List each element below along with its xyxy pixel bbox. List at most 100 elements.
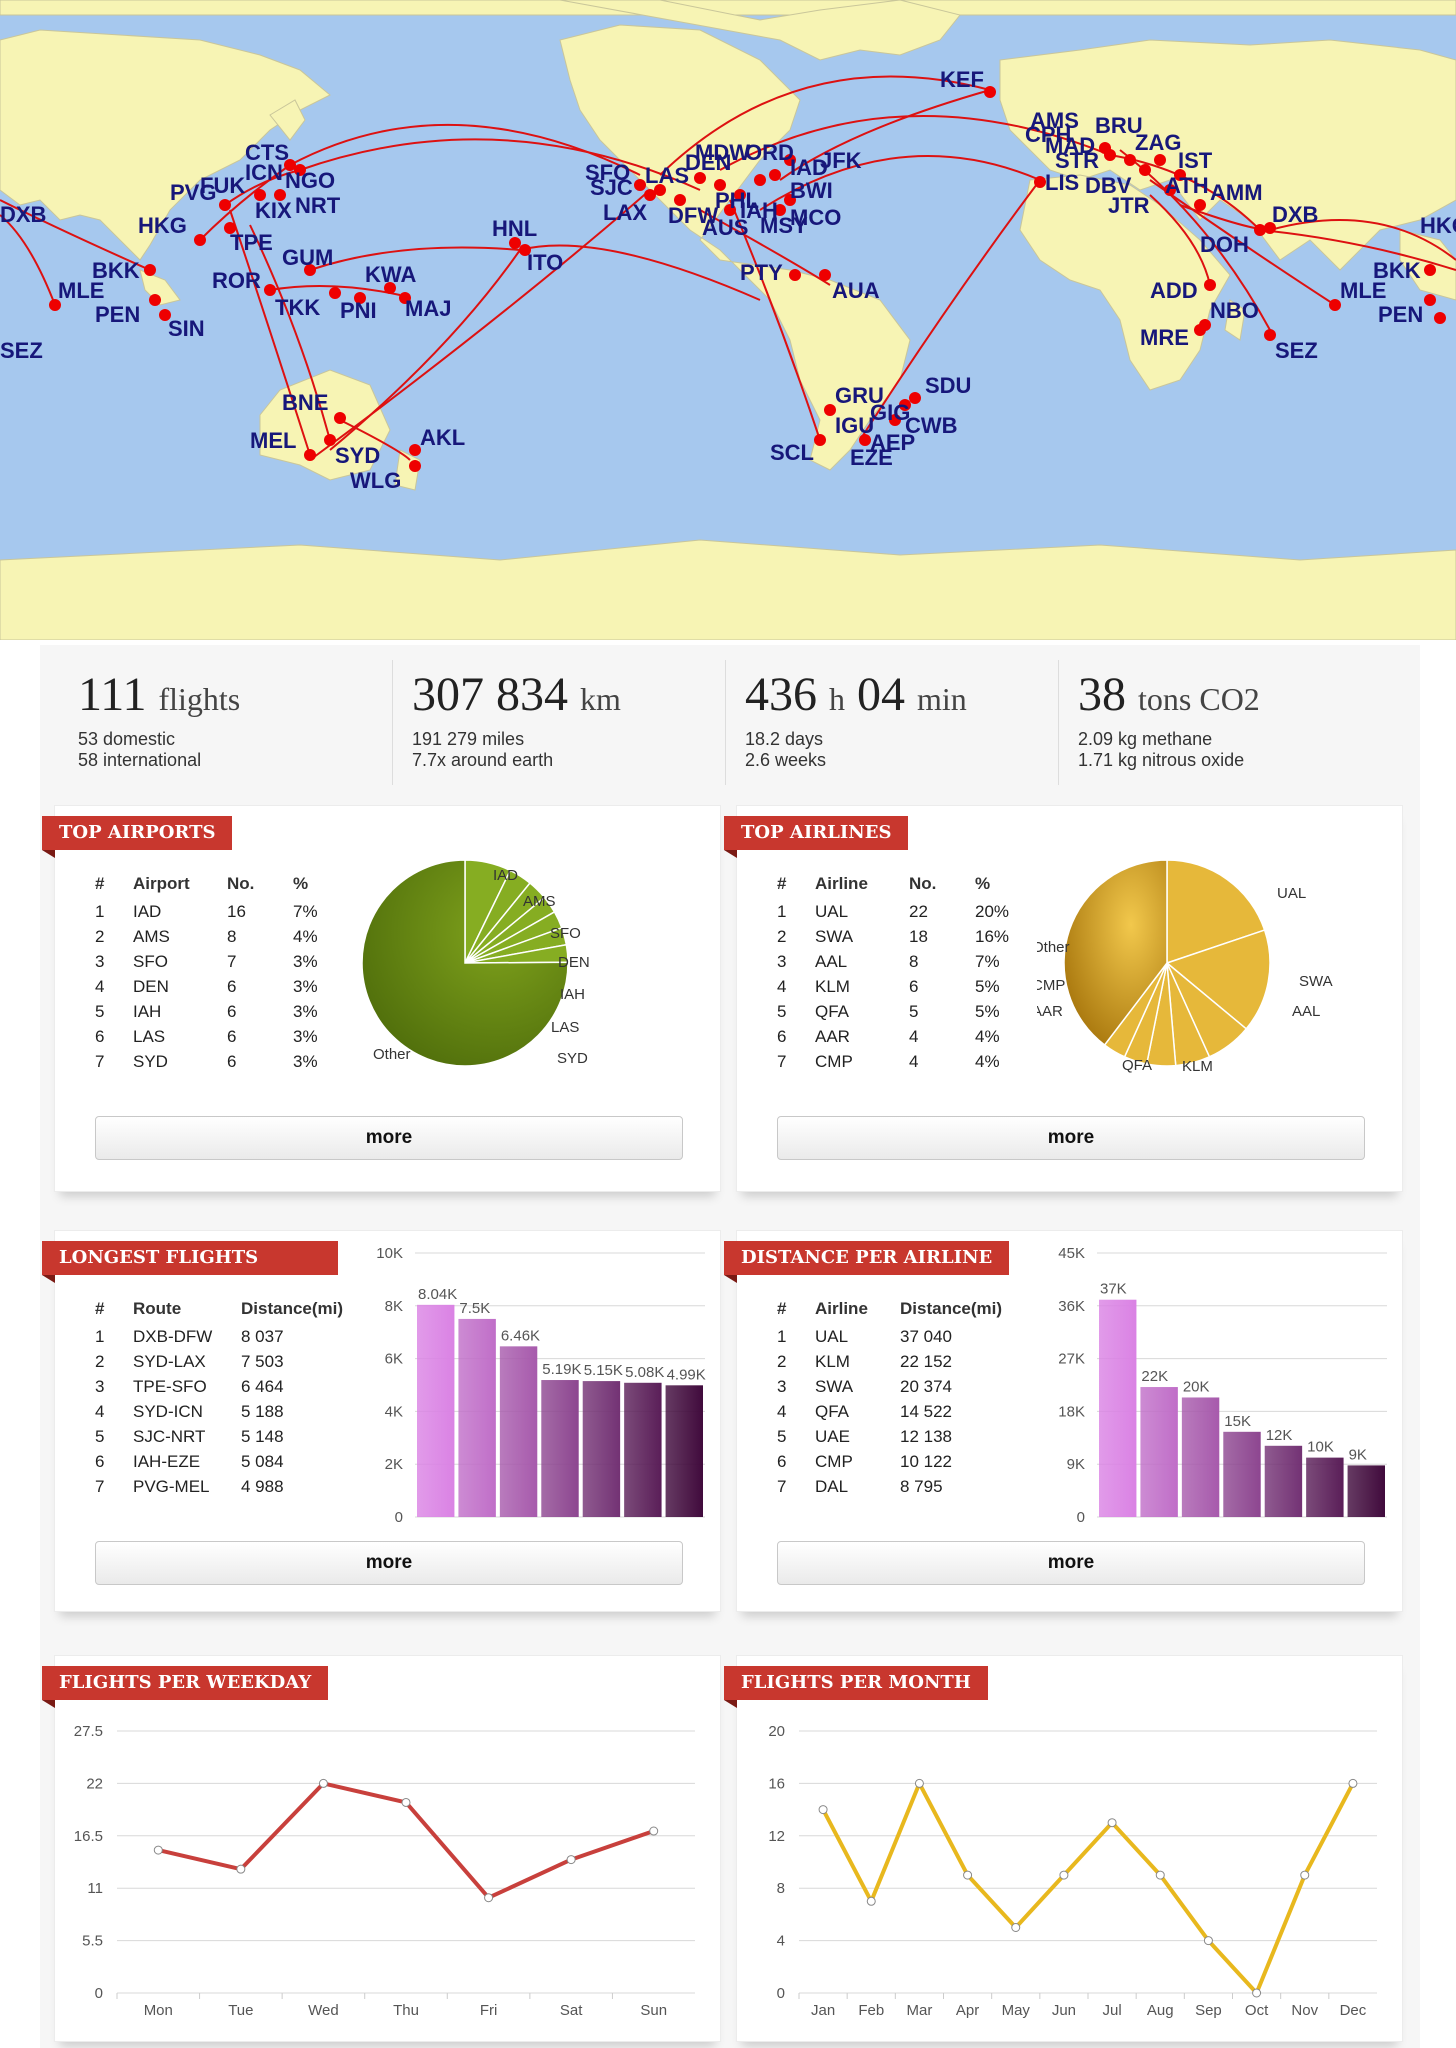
data-point-mon [153,1845,163,1855]
cell: DEN [133,976,169,996]
airport-label: FUK [200,173,245,198]
top-airlines-more-button[interactable]: more [777,1116,1365,1160]
y-tick-label: 6K [385,1351,403,1368]
bar-data-label: 10K [1307,1439,1334,1456]
cell: 2 [777,1351,787,1371]
airport-label: SJC [590,175,633,200]
top-airports-pie-chart: IAD AMS SFO DEN IAH LAS SYD Other [361,859,590,1066]
airport-label: EZE [850,445,893,470]
y-tick-label: 10K [376,1245,403,1262]
bar-data-label: 37K [1100,1281,1127,1298]
airport-label: LAX [603,200,647,225]
airport-label: PTY [740,260,783,285]
cell: 3% [293,951,318,971]
cell: CMP [815,1051,853,1071]
table-row: 2 KLM 22 152 [777,1349,1002,1374]
distance-per-airline-more-button[interactable]: more [777,1541,1365,1585]
airport-label: ICN [245,160,283,185]
column-header: Airline [815,874,868,893]
stat-value: 436 [745,668,817,721]
cell: KLM [815,976,850,996]
pie-label-iad: IAD [493,867,518,884]
bar-syd-icn [541,1380,579,1517]
table-row: 7 SYD 6 3% [95,1049,343,1074]
pie-label-ams: AMS [523,893,556,910]
bar-data-label: 20K [1183,1378,1210,1395]
airport-label: HKG [1420,213,1456,238]
cell: 2 [95,1351,105,1371]
airport-label: NRT [295,193,341,218]
top-airports-more-button[interactable]: more [95,1116,683,1160]
pie-label-sfo: SFO [550,925,581,942]
airport-label: DXB [1272,202,1318,227]
flights-per-month-line-chart: 0 4 8 12 16 20 Jan Feb Mar Apr May Jun Jul Aug Sep Oct N… [768,1723,1377,2019]
airport-label: GUM [282,245,333,270]
cell: 7 [777,1051,787,1071]
cell: 5 [909,1001,919,1021]
x-tick-label: Jul [1102,2002,1121,2019]
airport-label: SEZ [1275,338,1318,363]
column-header: No. [227,874,255,893]
y-tick-label: 45K [1058,1245,1085,1262]
stat-emissions: 38 tons CO2 2.09 kg methane 1.71 kg nitr… [1078,665,1398,795]
flights-per-month-panel: FLIGHTS PER MONTH 0 4 8 12 16 20 Jan Feb Mar Apr M… [724,1655,1403,2042]
cell: 14 522 [900,1401,952,1421]
bar-data-label: 4.99K [667,1366,706,1383]
x-tick-label: Sat [560,2002,583,2019]
airport-label: MEL [250,428,296,453]
pie-label-cmp: CMP [1037,977,1065,994]
pie-label-den: DEN [558,954,590,971]
y-tick-label: 16.5 [74,1828,103,1845]
table-row: 5 QFA 5 5% [777,999,1025,1024]
distance-per-airline-bar-chart: 0 9K 18K 27K 36K 45K 37K 22K 20K 15K 12K 10K 9K [1058,1245,1387,1526]
stat-unit: flights [158,681,241,717]
y-tick-label: 36K [1058,1298,1085,1315]
y-tick-label: 2K [385,1456,403,1473]
x-tick-label: Feb [858,2002,884,2019]
cell: 3 [95,1376,105,1396]
airport-label: DOH [1200,232,1249,257]
cell: 4% [975,1051,1000,1071]
bar-data-label: 22K [1141,1368,1168,1385]
x-tick-label: Mon [144,2002,173,2019]
x-tick-label: Dec [1340,2002,1367,2019]
stat-line: 2.09 kg methane [1078,729,1213,749]
bar-data-label: 5.15K [584,1362,623,1379]
x-tick-label: Wed [308,2002,339,2019]
cell: 4 [777,976,787,996]
airport-label: AUA [832,278,880,303]
airport-label: LAS [645,163,689,188]
cell: 5 188 [241,1401,284,1421]
pie-label-aal: AAL [1292,1003,1320,1020]
cell: TPE-SFO [133,1376,207,1396]
data-point-aug [1155,1870,1165,1880]
y-tick-label: 0 [95,1985,103,2002]
stat-line: 53 domestic [78,729,176,749]
y-tick-label: 0 [777,1985,785,2002]
cell: 3 [95,951,105,971]
bar-data-label: 8.04K [418,1286,457,1303]
airport-label: HKG [138,213,187,238]
airport-label: ORD [745,140,794,165]
airport-label: HNL [492,216,537,241]
airport-label: PEN [95,302,140,327]
stat-value: 04 [857,668,905,721]
cell: 4 [909,1051,919,1071]
data-point-sep [1203,1936,1213,1946]
longest-flights-more-button[interactable]: more [95,1541,683,1585]
table-row: 7 PVG-MEL 4 988 [95,1474,343,1499]
airport-label: SYD [335,443,380,468]
top-airlines-panel: TOP AIRLINES # Airline No. % 1 UAL 22 20% 2… [724,805,1403,1192]
table-row: 2 AMS 8 4% [95,924,343,949]
distance-per-airline-table: # Airline Distance(mi) 1 UAL 37 040 2 KLM 22… [777,1299,1002,1499]
cell: 16% [975,926,1010,946]
table-row: 1 UAL 22 20% [777,899,1025,924]
data-point-jan [818,1805,828,1815]
table-row: 6 IAH-EZE 5 084 [95,1449,343,1474]
data-point-nov [1300,1870,1310,1880]
top-airports-table: # Airport No. % 1 IAD 16 7% 2 AMS 8 4% 3 SFO 7 3%… [95,874,343,1074]
x-tick-label: Tue [228,2002,253,2019]
column-header: No. [909,874,937,893]
bar-sjc-nrt [582,1381,621,1517]
route-map[interactable]: DXB MLE SEZ PVG FUK CTS ICN NGO KIX NRT … [0,0,1456,640]
